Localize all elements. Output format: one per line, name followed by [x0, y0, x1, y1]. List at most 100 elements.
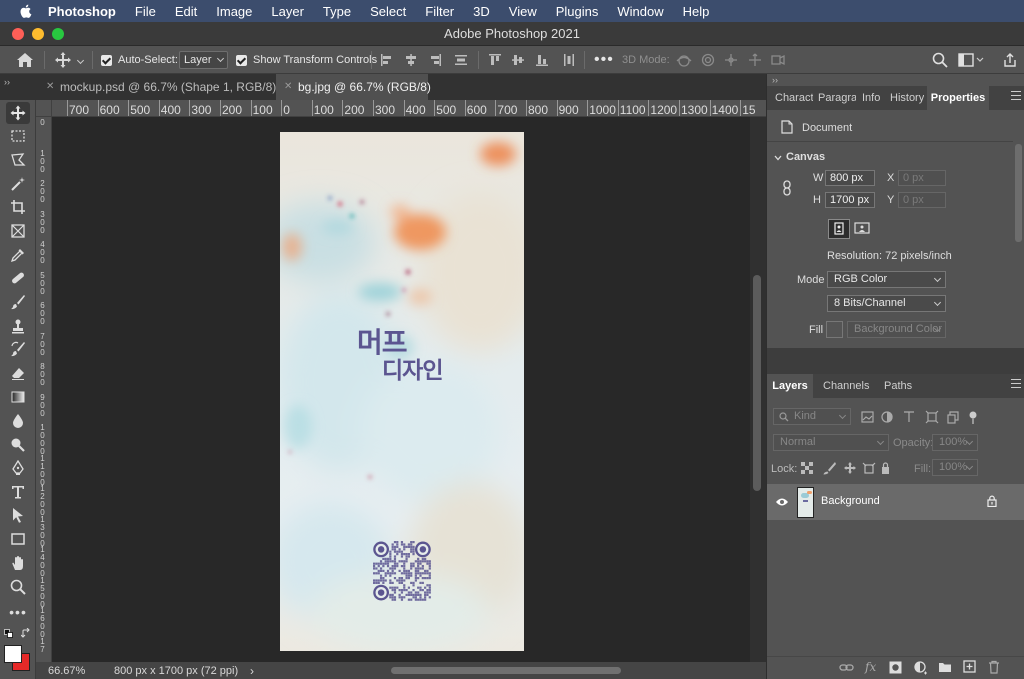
adjustment-layer-icon[interactable]	[914, 661, 928, 675]
hand-tool[interactable]	[6, 552, 30, 574]
menu-filter[interactable]: Filter	[425, 4, 454, 19]
zoom-level[interactable]: 66.67%	[48, 665, 85, 677]
show-transform-checkbox[interactable]: Show Transform Controls	[236, 46, 377, 74]
menu-type[interactable]: Type	[323, 4, 351, 19]
auto-select-dropdown[interactable]: Layer	[179, 46, 228, 74]
add-mask-icon[interactable]	[889, 661, 902, 674]
align-vertical-center-icon[interactable]	[511, 53, 525, 67]
menu-image[interactable]: Image	[216, 4, 252, 19]
foreground-color-swatch[interactable]	[4, 645, 22, 663]
align-right-icon[interactable]	[428, 53, 442, 67]
panel-menu-icon[interactable]	[1011, 379, 1021, 391]
tab-paths[interactable]: Paths	[884, 374, 914, 398]
history-brush-tool[interactable]	[6, 338, 30, 360]
toolbar-collapse-icon[interactable]: ››	[4, 77, 10, 87]
document-canvas[interactable]: 머프 디자인	[280, 132, 524, 651]
lock-option-icons[interactable]	[800, 461, 890, 475]
blend-mode-select[interactable]: Normal	[773, 434, 889, 451]
distribute-horizontal-icon[interactable]	[562, 53, 576, 67]
menu-3d[interactable]: 3D	[473, 4, 490, 19]
tab-properties[interactable]: Properties	[927, 86, 989, 110]
auto-select-checkbox[interactable]: Auto-Select:	[101, 46, 178, 74]
layer-filter-kind-select[interactable]: Kind	[773, 408, 851, 425]
lasso-tool[interactable]	[6, 149, 30, 171]
vertical-scrollbar[interactable]	[750, 117, 766, 662]
eraser-tool[interactable]	[6, 362, 30, 384]
link-layers-icon[interactable]	[839, 661, 854, 674]
home-button[interactable]	[16, 46, 34, 74]
canvas-workspace[interactable]: 머프 디자인	[52, 117, 750, 662]
layer-filter-icons[interactable]	[861, 410, 981, 424]
vertical-scroll-thumb[interactable]	[753, 275, 761, 491]
frame-tool[interactable]	[6, 220, 30, 242]
landscape-orientation-button[interactable]	[852, 219, 874, 239]
canvas-y-field[interactable]: 0 px	[898, 192, 946, 208]
dodge-tool[interactable]	[6, 433, 30, 455]
layer-name[interactable]: Background	[821, 495, 880, 507]
default-colors-icon[interactable]	[4, 629, 14, 639]
menu-layer[interactable]: Layer	[271, 4, 304, 19]
menu-view[interactable]: View	[509, 4, 537, 19]
horizontal-ruler[interactable]: 700 600 500 400 300 200 100 0 100 200 300 400 500 600…	[52, 100, 766, 117]
new-layer-icon[interactable]	[963, 660, 976, 673]
swap-colors-icon[interactable]	[21, 628, 32, 639]
fill-opacity-field[interactable]: 100%	[932, 459, 978, 476]
fill-color-swatch[interactable]	[826, 321, 843, 338]
distribute-vertical-icon[interactable]	[454, 53, 468, 67]
close-tab-icon[interactable]: ✕	[46, 74, 54, 100]
share-icon[interactable]	[1002, 52, 1018, 68]
close-tab-icon[interactable]: ✕	[284, 74, 292, 100]
canvas-x-field[interactable]: 0 px	[898, 170, 946, 186]
properties-scroll-thumb[interactable]	[1015, 144, 1022, 242]
align-horizontal-center-icon[interactable]	[404, 53, 418, 67]
menu-help[interactable]: Help	[683, 4, 710, 19]
menu-plugins[interactable]: Plugins	[556, 4, 599, 19]
align-top-icon[interactable]	[488, 53, 502, 67]
delete-layer-trash-icon[interactable]	[988, 660, 1000, 674]
chevron-down-icon[interactable]	[774, 154, 782, 162]
tab-channels[interactable]: Channels	[823, 374, 873, 398]
layer-style-fx-icon[interactable]: fx	[865, 660, 876, 674]
zoom-tool[interactable]	[6, 576, 30, 598]
new-group-folder-icon[interactable]	[938, 661, 952, 673]
menu-select[interactable]: Select	[370, 4, 406, 19]
clone-stamp-tool[interactable]	[6, 315, 30, 337]
magic-wand-tool[interactable]	[6, 173, 30, 195]
healing-brush-tool[interactable]	[6, 267, 30, 289]
color-mode-select[interactable]: RGB Color	[827, 271, 946, 288]
tab-info[interactable]: Info	[862, 86, 886, 110]
vertical-ruler[interactable]: 0 100 200 300 400 500 600 700 800 900 100011001200…	[36, 117, 52, 662]
opacity-field[interactable]: 100%	[932, 434, 978, 451]
menu-window[interactable]: Window	[617, 4, 663, 19]
edit-toolbar-icon[interactable]: •••	[6, 601, 30, 623]
layer-row-background[interactable]: Background	[767, 484, 1024, 520]
tab-mockup-psd[interactable]: ✕ mockup.psd @ 66.7% (Shape 1, RGB/8) *	[38, 74, 284, 100]
align-bottom-icon[interactable]	[535, 53, 549, 67]
brush-tool[interactable]	[6, 291, 30, 313]
panel-menu-icon[interactable]	[1011, 91, 1021, 103]
rectangle-tool[interactable]	[6, 528, 30, 550]
move-tool-preset[interactable]	[54, 46, 85, 74]
more-options-icon[interactable]: •••	[594, 46, 614, 74]
eyedropper-tool[interactable]	[6, 244, 30, 266]
bit-depth-select[interactable]: 8 Bits/Channel	[827, 295, 946, 312]
tab-paragraph[interactable]: Paragra	[818, 86, 856, 110]
fill-select[interactable]: Background Color	[847, 321, 946, 338]
tab-layers[interactable]: Layers	[767, 374, 813, 398]
menu-file[interactable]: File	[135, 4, 156, 19]
move-tool[interactable]	[6, 102, 30, 124]
search-icon[interactable]	[932, 52, 948, 68]
horizontal-scroll-thumb[interactable]	[391, 667, 621, 674]
path-selection-tool[interactable]	[6, 504, 30, 526]
status-menu-arrow[interactable]: ›	[250, 664, 254, 678]
workspace-switcher-icon[interactable]	[958, 52, 984, 68]
visibility-eye-icon[interactable]	[775, 497, 789, 507]
canvas-height-field[interactable]: 1700 px	[825, 192, 875, 208]
canvas-width-field[interactable]: 800 px	[825, 170, 875, 186]
panel-collapse-icon[interactable]: ››	[772, 75, 778, 85]
marquee-tool[interactable]	[6, 125, 30, 147]
close-window-button[interactable]	[12, 28, 24, 40]
minimize-window-button[interactable]	[32, 28, 44, 40]
gradient-tool[interactable]	[6, 386, 30, 408]
zoom-window-button[interactable]	[52, 28, 64, 40]
